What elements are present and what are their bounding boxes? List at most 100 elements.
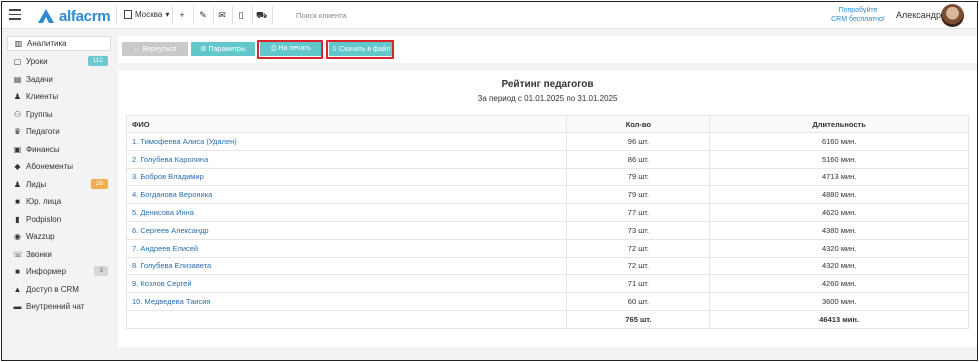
lesson-count: 79 шт.	[566, 185, 711, 205]
building-icon	[124, 10, 132, 19]
chat-icon: ▬	[13, 302, 22, 311]
sidebar-item-podpislon[interactable]: ▮ Podpislon	[7, 212, 111, 227]
user-name[interactable]: Александра	[896, 10, 946, 20]
print-highlight	[257, 40, 323, 59]
sidebar-item-wazzup[interactable]: ◉ Wazzup	[7, 229, 111, 244]
sidebar-item-label: Группы	[26, 109, 53, 119]
report-panel: Рейтинг педагогов За период с 01.01.2025…	[118, 70, 977, 347]
teacher-name-link[interactable]: 6. Сергеев Александр	[125, 220, 568, 240]
sidebar-item-teachers[interactable]: ♛ Педагоги	[7, 124, 111, 139]
avatar[interactable]	[941, 4, 964, 27]
table-row: 10. Медведева Таисия 60 шт. 3600 мин.	[125, 292, 969, 311]
leads-count-badge: 26	[90, 178, 108, 189]
chevron-down-icon: ▾	[165, 10, 170, 19]
teacher-name-link[interactable]: 1. Тимофеева Алиса (Удален)	[125, 132, 568, 151]
sidebar-item-label: Podpislon	[26, 214, 62, 224]
sidebar-item-label: Юр. лица	[26, 197, 62, 206]
lesson-count: 72 шт.	[566, 238, 711, 258]
teacher-name-link[interactable]: 8. Голубева Елизавета	[125, 256, 568, 276]
mail-icon[interactable]: ✉	[217, 10, 227, 20]
lesson-duration: 5160 мин.	[709, 149, 969, 169]
try-free-line1: Попробуйте	[838, 7, 878, 14]
add-icon[interactable]: +	[177, 10, 187, 20]
sidebar-item-label: Доступ в CRM	[26, 284, 79, 294]
analytics-icon: ▥	[14, 39, 23, 48]
divider	[213, 6, 214, 25]
top-bar: alfacrm Москва ▾ + ✎ ✉ ▯ ⛟ Поиск клиента…	[2, 2, 976, 29]
teacher-name-link[interactable]: 10. Медведева Таисия	[125, 292, 568, 311]
lesson-count: 73 шт.	[566, 220, 711, 240]
whatsapp-icon: ◉	[14, 232, 21, 241]
sidebar-item-label: Аналитика	[27, 39, 67, 48]
sidebar-item-label: Задачи	[26, 74, 53, 84]
sidebar-item-tasks[interactable]: ▤ Задачи	[7, 72, 111, 87]
lesson-count: 60 шт.	[566, 292, 711, 311]
sidebar-item-label: Звонки	[26, 249, 52, 259]
users-icon: ⚇	[13, 109, 22, 119]
search-input[interactable]: Поиск клиента	[296, 11, 446, 20]
divider	[172, 6, 173, 25]
city-label: Москва	[135, 10, 163, 19]
report-toolbar: ← Вернуться ⚙ Параметры ⎙ На печать ⇩ Ск…	[118, 36, 977, 63]
total-count: 765 шт.	[566, 309, 711, 329]
sidebar-item-groups[interactable]: ⚇ Группы	[7, 107, 111, 122]
lessons-count-badge: 112	[87, 56, 108, 66]
sidebar-item-calls[interactable]: ☏ Звонки	[7, 247, 111, 262]
lesson-duration: 4260 мин.	[709, 274, 969, 294]
parameters-button[interactable]: ⚙ Параметры	[191, 42, 255, 56]
column-header-duration: Длительность	[709, 115, 969, 133]
total-label-cell	[125, 309, 568, 329]
teacher-name-link[interactable]: 4. Богданова Вероника	[125, 185, 568, 205]
back-button[interactable]: ← Вернуться	[122, 42, 188, 56]
lesson-duration: 4713 мин.	[709, 167, 969, 187]
menu-icon[interactable]	[9, 9, 21, 21]
phone-icon[interactable]: ▯	[236, 10, 246, 20]
sidebar-item-lessons[interactable]: ▢ Уроки 112	[7, 54, 111, 69]
sidebar-item-label: Клиенты	[26, 92, 59, 101]
sidebar-item-subscriptions[interactable]: ◆ Абонементы	[7, 159, 111, 174]
column-header-name: ФИО	[125, 115, 568, 133]
divider	[193, 6, 194, 25]
lesson-duration: 4620 мин.	[709, 203, 969, 222]
user-icon: ♟	[13, 92, 22, 101]
sidebar-item-label: Wazzup	[26, 232, 55, 241]
tasks-icon: ▤	[13, 74, 22, 84]
table-header-row: ФИО Кол-во Длительность	[125, 115, 969, 133]
teacher-name-link[interactable]: 2. Голубева Каролина	[125, 149, 568, 169]
cart-icon[interactable]: ⛟	[256, 10, 267, 20]
teacher-name-link[interactable]: 3. Бобров Владимир	[125, 167, 568, 187]
lesson-count: 77 шт.	[566, 203, 711, 222]
sidebar-item-analytics[interactable]: ▥ Аналитика	[7, 36, 111, 51]
logo[interactable]: alfacrm	[37, 6, 111, 26]
document-icon: ▮	[15, 214, 20, 224]
user-plus-icon: ♟	[13, 179, 22, 189]
calendar-icon: ▢	[13, 57, 22, 66]
lesson-duration: 3600 мин.	[709, 292, 969, 311]
teacher-name-link[interactable]: 9. Козлов Сергей	[125, 274, 568, 294]
sidebar-item-informer[interactable]: ■ Информер 3	[7, 264, 111, 279]
report-period: За период с 01.01.2025 по 31.01.2025	[477, 94, 618, 103]
sidebar-item-leads[interactable]: ♟ Лиды 26	[7, 177, 111, 192]
teacher-name-link[interactable]: 5. Денисова Инна	[125, 203, 568, 222]
sidebar-item-clients[interactable]: ♟ Клиенты	[7, 89, 111, 104]
logo-text: alfacrm	[59, 7, 111, 25]
lesson-duration: 4880 мин.	[709, 185, 969, 205]
sidebar-item-crm-access[interactable]: ▲ Доступ в CRM	[7, 282, 111, 297]
sidebar-item-label: Внутренний чат	[26, 302, 85, 311]
sidebar-item-legal-entities[interactable]: ■ Юр. лица	[7, 194, 111, 209]
teacher-name-link[interactable]: 7. Андреев Елисей	[125, 238, 568, 258]
city-selector[interactable]: Москва ▾	[124, 10, 169, 19]
try-free-link[interactable]: Попробуйте CRM бесплатно!	[828, 7, 888, 24]
sidebar-item-finance[interactable]: ▣ Финансы	[7, 142, 111, 157]
lesson-duration: 4320 мин.	[709, 256, 969, 276]
sidebar-item-label: Уроки	[26, 57, 48, 66]
sidebar-item-label: Лиды	[26, 179, 47, 189]
sidebar-item-label: Информер	[26, 267, 67, 276]
lesson-count: 96 шт.	[566, 132, 711, 151]
app-window: alfacrm Москва ▾ + ✎ ✉ ▯ ⛟ Поиск клиента…	[1, 1, 978, 361]
sidebar-item-internal-chat[interactable]: ▬ Внутренний чат	[7, 299, 111, 314]
logo-mark-icon	[38, 9, 54, 23]
wrench-icon[interactable]: ✎	[198, 10, 208, 20]
sidebar-item-label: Абонементы	[26, 162, 74, 171]
table-row: 7. Андреев Елисей 72 шт. 4320 мин.	[125, 238, 969, 258]
